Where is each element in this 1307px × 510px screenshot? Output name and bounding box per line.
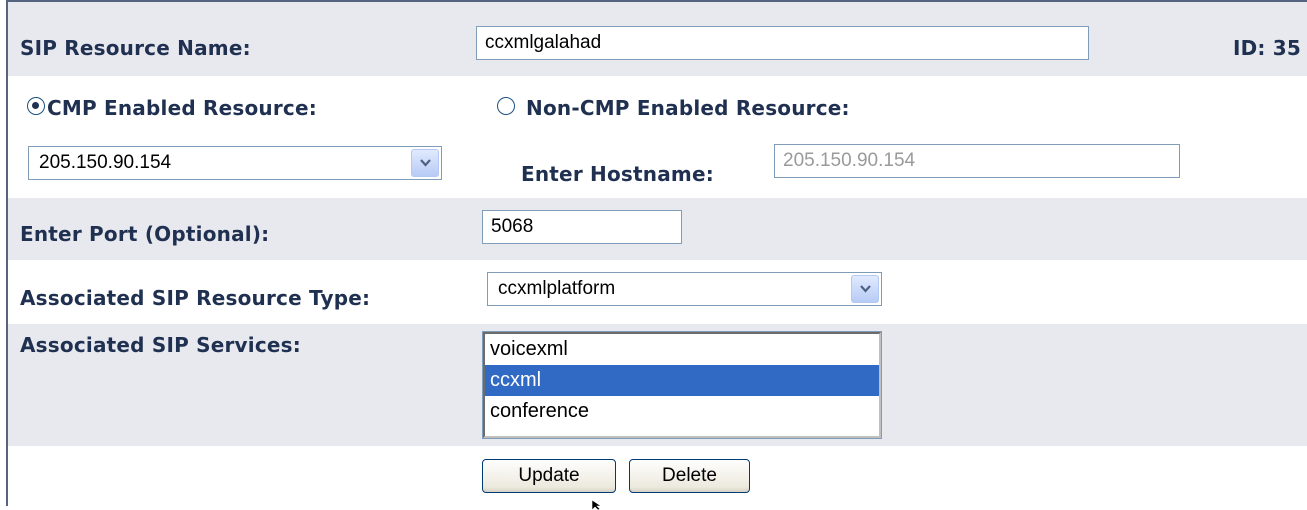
port-input[interactable]: 5068 (482, 210, 682, 244)
cmp-resource-select[interactable]: 205.150.90.154 (28, 146, 442, 180)
services-option-conference[interactable]: conference (485, 396, 879, 427)
row-cmp-host: 205.150.90.154 Enter Hostname: 205.150.9… (8, 140, 1307, 198)
resource-id-text: ID: 35 (1232, 36, 1301, 60)
resource-name-input[interactable]: ccxmlgalahad (476, 26, 1089, 60)
non-cmp-radio[interactable] (497, 97, 515, 115)
resource-name-label: SIP Resource Name: (20, 36, 251, 60)
cmp-radio-label[interactable]: CMP Enabled Resource: (47, 96, 317, 120)
row-resource-name: SIP Resource Name: ccxmlgalahad ID: 35 (8, 2, 1307, 76)
delete-button[interactable]: Delete (629, 459, 750, 493)
row-resource-type: Associated SIP Resource Type: ccxmlplatf… (8, 260, 1307, 324)
port-label: Enter Port (Optional): (20, 222, 270, 246)
mouse-pointer-icon (592, 500, 602, 510)
row-port: Enter Port (Optional): 5068 (8, 198, 1307, 260)
services-label: Associated SIP Services: (20, 333, 301, 357)
cmp-resource-select-value: 205.150.90.154 (39, 152, 172, 173)
hostname-label: Enter Hostname: (521, 162, 714, 186)
services-listbox[interactable]: voicexml ccxml conference (482, 331, 882, 439)
chevron-down-icon[interactable] (411, 149, 439, 177)
row-resource-mode: CMP Enabled Resource: Non-CMP Enabled Re… (8, 76, 1307, 140)
services-option-voicexml[interactable]: voicexml (485, 334, 879, 365)
sip-resource-form: SIP Resource Name: ccxmlgalahad ID: 35 C… (6, 0, 1307, 510)
update-button[interactable]: Update (482, 459, 616, 493)
services-option-ccxml[interactable]: ccxml (485, 365, 879, 396)
row-services: Associated SIP Services: voicexml ccxml … (8, 324, 1307, 446)
resource-type-select[interactable]: ccxmlplatform (487, 272, 882, 306)
resource-type-select-value: ccxmlplatform (498, 278, 616, 299)
hostname-input[interactable]: 205.150.90.154 (774, 144, 1180, 178)
row-actions: Update Delete (8, 446, 1307, 508)
resource-type-label: Associated SIP Resource Type: (20, 286, 371, 310)
chevron-down-icon[interactable] (851, 275, 879, 303)
radio-dot-icon (32, 102, 39, 109)
cmp-radio[interactable] (27, 97, 45, 115)
non-cmp-radio-label[interactable]: Non-CMP Enabled Resource: (526, 96, 850, 120)
